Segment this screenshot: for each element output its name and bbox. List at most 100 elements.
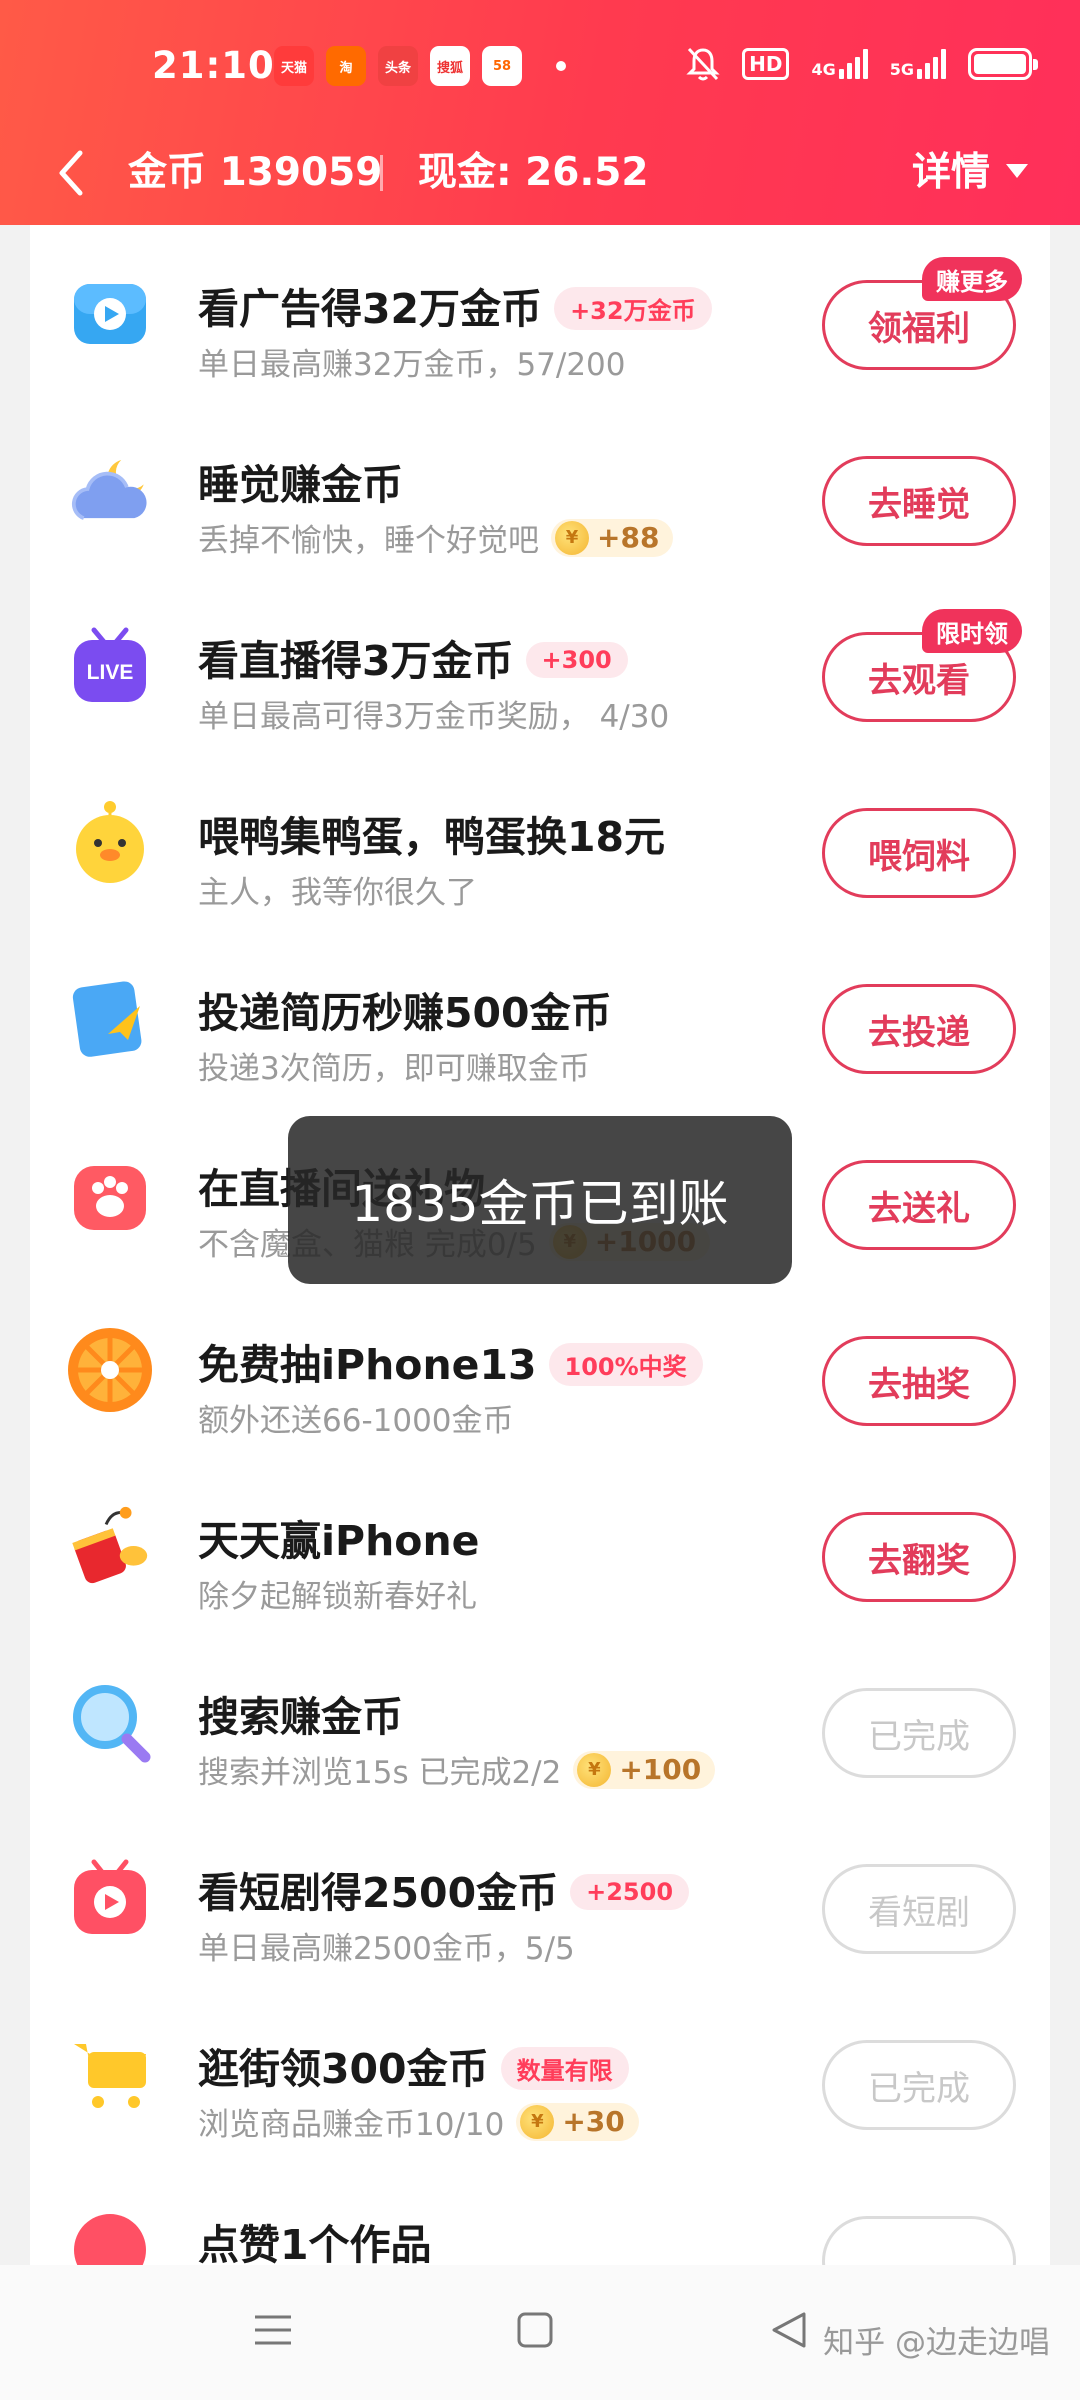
duck-icon [65,797,155,887]
wheel-icon [65,1325,155,1415]
task-title: 投递简历秒赚500金币 [198,979,612,1039]
notification-icons: 天猫淘头条 搜狐 58 [274,46,566,86]
task-title-text: 看广告得32万金币 [198,285,543,333]
task-action-button[interactable]: 看短剧 [822,1864,1016,1954]
task-subtitle-text: 搜索并浏览15s 已完成2/2 [198,1755,562,1791]
cloud-moon-icon [65,445,155,535]
task-row: 看短剧得2500金币 +2500 单日最高赚2500金币，5/5 看短剧 [30,1809,1050,1985]
drama-icon [65,1853,155,1943]
task-subtitle: 主人，我等你很久了 [198,867,477,912]
reward-badge: 数量有限 [500,2046,629,2090]
system-icons: HD 4G 5G [686,46,1038,82]
task-title-text: 看短剧得2500金币 [198,1869,559,1917]
task-title-text: 搜索赚金币 [198,1693,403,1741]
reward-badge: 100%中奖 [548,1342,703,1386]
task-subtitle-text: 丢掉不愉快，睡个好觉吧 [198,523,539,559]
sogou-icon: 搜狐 [430,46,470,86]
task-subtitle-text: 单日最高赚2500金币，5/5 [198,1931,575,1967]
watermark: 知乎 @边走边唱 [823,2325,1050,2361]
coin-reward: ¥ +30 [516,2102,639,2141]
clock: 21:10 [152,44,275,87]
task-action-button[interactable]: 去投递 [822,984,1016,1074]
status-bar: 21:10 天猫淘头条 搜狐 58 HD 4G 5G [0,0,1080,135]
video-icon [65,269,155,359]
task-title-text: 天天赢iPhone [198,1517,480,1565]
more-notifications-dot [556,61,566,71]
dropdown-arrow-icon [1006,164,1028,178]
divider [380,155,383,191]
task-subtitle-text: 主人，我等你很久了 [198,875,477,911]
back-nav-icon[interactable] [764,2305,814,2355]
task-title: 睡觉赚金币 [198,451,403,511]
task-row: 逛街领300金币 数量有限浏览商品赚金币10/10 ¥ +30 已完成 [30,1985,1050,2161]
task-title: 喂鸭集鸭蛋，鸭蛋换18元 [198,803,665,863]
task-subtitle: 浏览商品赚金币10/10 ¥ +30 [198,2099,639,2144]
task-action-button[interactable]: 已完成 [822,2040,1016,2130]
task-title: 逛街领300金币 数量有限 [198,2035,629,2095]
coin-balance: 金币 139059 [128,150,383,195]
coin-reward-value: +30 [562,2105,625,2138]
search-icon [65,1677,155,1767]
net-label: 4G [811,60,836,79]
battery-icon [968,48,1038,80]
home-icon[interactable] [510,2305,560,2355]
task-title-text: 免费抽iPhone13 [198,1341,537,1389]
task-subtitle-text: 额外还送66-1000金币 [198,1403,514,1439]
task-action-button[interactable]: 去睡觉 [822,456,1016,546]
task-subtitle: 额外还送66-1000金币 [198,1395,514,1440]
task-title: 点赞1个作品 [198,2211,432,2265]
task-row: LIVE 看直播得3万金币 +300 单日最高可得3万金币奖励， 4/30 去观看 限时领 [30,577,1050,753]
task-action-button[interactable]: 去送礼 [822,1160,1016,1250]
taobao-icon: 淘 [326,46,366,86]
cash-balance: 现金: 26.52 [418,150,649,195]
coin-icon: ¥ [520,2104,555,2139]
task-action-button[interactable] [822,2216,1016,2265]
coin-reward: ¥ +88 [551,518,674,557]
back-icon[interactable] [50,143,94,203]
svg-text:LIVE: LIVE [87,661,134,684]
task-title-text: 睡觉赚金币 [198,461,403,509]
task-row: 天天赢iPhone 除夕起解锁新春好礼 去翻奖 [30,1457,1050,1633]
mute-icon [686,47,720,81]
system-nav-bar: 知乎 @边走边唱 [0,2265,1080,2400]
task-title: 搜索赚金币 [198,1683,403,1743]
task-title-text: 逛街领300金币 [198,2045,489,2093]
net-label: 5G [889,60,914,79]
task-action-button[interactable]: 去翻奖 [822,1512,1016,1602]
coin-icon: ¥ [555,520,589,555]
promo-tag: 限时领 [922,609,1022,653]
task-row: 免费抽iPhone13 100%中奖 额外还送66-1000金币 去抽奖 [30,1281,1050,1457]
task-action-button[interactable]: 已完成 [822,1688,1016,1778]
coin-reward-value: +100 [619,1753,702,1786]
detail-label: 详情 [911,150,990,195]
task-action-button[interactable]: 去抽奖 [822,1336,1016,1426]
coin-reward: ¥ +100 [573,1750,716,1789]
task-row: 搜索赚金币搜索并浏览15s 已完成2/2 ¥ +100 已完成 [30,1633,1050,1809]
cart-icon [65,2029,155,2119]
menu-icon[interactable] [248,2305,298,2355]
task-title-text: 投递简历秒赚500金币 [198,989,612,1037]
task-title: 天天赢iPhone [198,1507,479,1567]
detail-dropdown[interactable]: 详情 [912,141,1028,197]
like-icon [65,2205,155,2265]
signal-5g-icon: 5G [890,49,946,79]
task-row: 看广告得32万金币 +32万金币 单日最高赚32万金币，57/200 领福利 赚更多 [30,225,1050,401]
reward-badge: +2500 [570,1874,690,1910]
hd-icon: HD [742,48,790,80]
task-row: 点赞1个作品 [30,2161,1050,2265]
task-subtitle: 单日最高可得3万金币奖励， 4/30 [198,691,669,736]
task-title: 看短剧得2500金币 +2500 [198,1859,690,1919]
task-title-text: 喂鸭集鸭蛋，鸭蛋换18元 [198,813,666,861]
task-subtitle-text: 投递3次简历，即可赚取金币 [198,1051,590,1087]
coin-icon: ¥ [577,1752,612,1787]
reward-badge: +32万金币 [554,286,712,330]
task-action-button[interactable]: 喂饲料 [822,808,1016,898]
toutiao-icon: 头条 [378,46,418,86]
task-title: 看直播得3万金币 +300 [198,627,628,687]
gift-icon [65,1149,155,1239]
task-title: 看广告得32万金币 +32万金币 [198,275,712,335]
task-row: 睡觉赚金币丢掉不愉快，睡个好觉吧 ¥ +88 去睡觉 [30,401,1050,577]
header: 21:10 天猫淘头条 搜狐 58 HD 4G 5G 金币 139059 现金: 2… [0,0,1080,225]
task-subtitle-text: 浏览商品赚金币10/10 [198,2107,505,2143]
task-subtitle: 除夕起解锁新春好礼 [198,1571,477,1616]
